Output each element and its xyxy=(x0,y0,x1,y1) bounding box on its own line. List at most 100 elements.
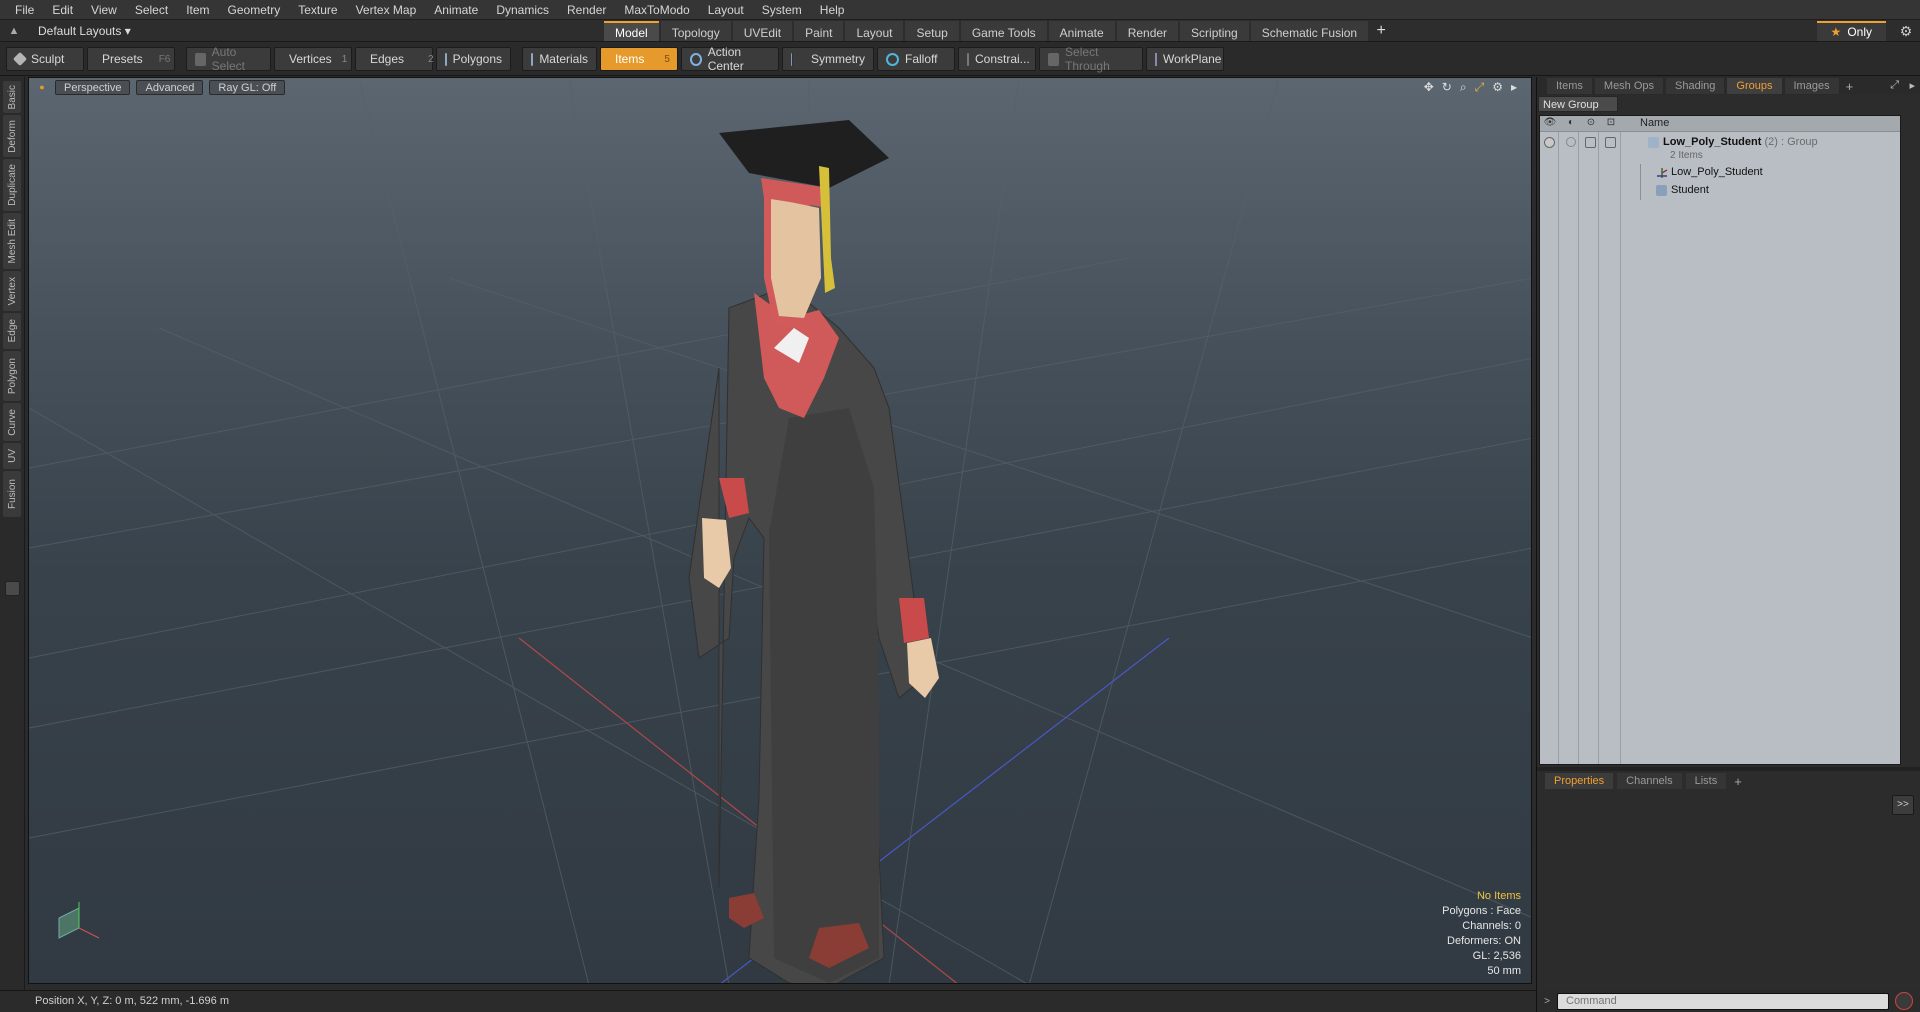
command-stop-icon[interactable] xyxy=(1895,992,1913,1010)
name-column-header[interactable]: Name xyxy=(1640,117,1669,129)
expand-properties-button[interactable]: >> xyxy=(1892,795,1914,815)
tab-game-tools[interactable]: Game Tools xyxy=(960,21,1047,41)
command-history-icon[interactable]: > xyxy=(1537,996,1557,1007)
falloff-button[interactable]: Falloff xyxy=(877,47,955,71)
auto-select-button[interactable]: Auto Select xyxy=(186,45,271,73)
raygl-toggle[interactable]: Ray GL: Off xyxy=(209,80,286,95)
tab-lists[interactable]: Lists xyxy=(1685,773,1727,789)
visibility-column-icon[interactable]: 👁 xyxy=(1543,117,1557,131)
viewport-settings-icon[interactable]: ⚙ xyxy=(1492,80,1503,94)
gear-icon[interactable]: ⚙ xyxy=(1892,23,1920,40)
viewport-options-icon[interactable]: ● xyxy=(35,80,49,96)
zoom-view-icon[interactable]: ⌕ xyxy=(1460,80,1467,94)
menu-layout[interactable]: Layout xyxy=(699,0,753,20)
tab-topology[interactable]: Topology xyxy=(660,21,731,41)
sidetab-edge[interactable]: Edge xyxy=(3,313,21,349)
sidetab-duplicate[interactable]: Duplicate xyxy=(3,159,21,211)
menu-maxtomodo[interactable]: MaxToModo xyxy=(615,0,698,20)
edges-button[interactable]: Edges 2 xyxy=(355,47,434,71)
constraints-icon xyxy=(967,52,969,66)
list-item-student[interactable]: Student xyxy=(1540,182,1900,200)
tab-channels[interactable]: Channels xyxy=(1617,773,1682,789)
select-through-button[interactable]: Select Through xyxy=(1039,45,1143,73)
menu-file[interactable]: File xyxy=(6,0,43,20)
vertices-button[interactable]: Vertices 1 xyxy=(274,47,352,71)
lock-column-icon[interactable]: ⊙ xyxy=(1584,117,1598,131)
tab-scripting[interactable]: Scripting xyxy=(1180,21,1249,41)
tab-layout[interactable]: Layout xyxy=(845,21,904,41)
workplane-button[interactable]: WorkPlane xyxy=(1146,47,1224,71)
tab-groups[interactable]: Groups xyxy=(1727,78,1782,94)
tab-uvedit[interactable]: UVEdit xyxy=(732,21,793,41)
move-view-icon[interactable]: ✥ xyxy=(1424,80,1434,94)
expand-panel-icon[interactable]: ⤢ xyxy=(1890,79,1899,92)
sculpt-button[interactable]: Sculpt xyxy=(6,47,84,71)
sidetab-uv[interactable]: UV xyxy=(3,443,21,469)
render-toggle-icon[interactable] xyxy=(1566,137,1576,147)
shading-advanced-dropdown[interactable]: Advanced xyxy=(136,80,204,95)
materials-button[interactable]: Materials xyxy=(522,47,597,71)
lock-toggle-icon[interactable] xyxy=(1585,137,1596,148)
tab-schematic-fusion[interactable]: Schematic Fusion xyxy=(1250,21,1369,41)
sidetab-curve[interactable]: Curve xyxy=(3,403,21,441)
menu-select[interactable]: Select xyxy=(126,0,177,20)
tab-paint[interactable]: Paint xyxy=(794,21,844,41)
tab-shading[interactable]: Shading xyxy=(1666,78,1725,94)
menu-system[interactable]: System xyxy=(753,0,811,20)
tab-items[interactable]: Items xyxy=(1547,78,1592,94)
plus-icon[interactable]: + xyxy=(1370,21,1392,41)
add-properties-tab-icon[interactable]: + xyxy=(1730,774,1746,789)
fit-view-icon[interactable]: ⤢ xyxy=(1475,80,1485,94)
menu-vertex-map[interactable]: Vertex Map xyxy=(347,0,426,20)
panel-splitter[interactable] xyxy=(1537,767,1920,771)
tab-render[interactable]: Render xyxy=(1116,21,1179,41)
only-toggle[interactable]: ★ Only xyxy=(1816,21,1886,41)
menu-edit[interactable]: Edit xyxy=(43,0,82,20)
groups-list[interactable]: 👁 ◐ ⊙ ⊡ Name Low_Poly_Student (2) : Grou… xyxy=(1539,115,1901,765)
view-perspective-dropdown[interactable]: Perspective xyxy=(55,80,131,95)
add-tab-icon[interactable]: + xyxy=(1842,79,1858,94)
tab-mesh-ops[interactable]: Mesh Ops xyxy=(1594,78,1664,94)
menu-item[interactable]: Item xyxy=(177,0,218,20)
command-input[interactable] xyxy=(1557,992,1889,1010)
action-center-button[interactable]: Action Center xyxy=(681,45,779,73)
tab-animate[interactable]: Animate xyxy=(1048,21,1115,41)
sidetab-basic[interactable]: Basic xyxy=(3,81,21,113)
menu-animate[interactable]: Animate xyxy=(425,0,487,20)
menu-texture[interactable]: Texture xyxy=(289,0,346,20)
tab-setup[interactable]: Setup xyxy=(905,21,959,41)
sidetab-options-button[interactable] xyxy=(5,581,20,596)
sidetab-polygon[interactable]: Polygon xyxy=(3,351,21,401)
menu-view[interactable]: View xyxy=(82,0,126,20)
polygons-button[interactable]: Polygons xyxy=(436,47,511,71)
menu-dynamics[interactable]: Dynamics xyxy=(487,0,558,20)
constraints-button[interactable]: Constrai... xyxy=(958,47,1036,71)
presets-button[interactable]: Presets F6 xyxy=(87,47,175,71)
group-row-low-poly-student[interactable]: Low_Poly_Student (2) : Group 2 Items xyxy=(1540,134,1900,164)
menu-geometry[interactable]: Geometry xyxy=(219,0,290,20)
select-column-icon[interactable]: ⊡ xyxy=(1604,117,1618,131)
symmetry-button[interactable]: Symmetry xyxy=(782,47,874,71)
visibility-eye-icon[interactable] xyxy=(1544,137,1555,148)
tab-properties[interactable]: Properties xyxy=(1545,773,1614,789)
items-button[interactable]: Items 5 xyxy=(600,47,678,71)
sidetab-mesh-edit[interactable]: Mesh Edit xyxy=(3,213,21,269)
tab-model[interactable]: Model xyxy=(604,21,659,41)
group-items-count: 2 Items xyxy=(1670,150,1703,161)
panel-menu-icon[interactable]: ▸ xyxy=(1909,79,1915,92)
rotate-view-icon[interactable]: ↻ xyxy=(1442,80,1452,94)
new-group-button[interactable]: New Group xyxy=(1538,96,1618,112)
default-layouts-dropdown[interactable]: Default Layouts ▾ xyxy=(28,24,131,38)
menu-help[interactable]: Help xyxy=(811,0,854,20)
sidetab-deform[interactable]: Deform xyxy=(3,115,21,157)
viewport-menu-icon[interactable]: ▸ xyxy=(1511,80,1517,94)
select-toggle-icon[interactable] xyxy=(1605,137,1616,148)
layout-collapse-icon[interactable]: ▲ xyxy=(0,25,28,37)
sidetab-fusion[interactable]: Fusion xyxy=(3,471,21,517)
3d-viewport[interactable]: ● Perspective Advanced Ray GL: Off ✥ ↻ ⌕… xyxy=(28,77,1532,984)
menu-render[interactable]: Render xyxy=(558,0,615,20)
list-item-low-poly-student[interactable]: Low_Poly_Student xyxy=(1540,164,1900,182)
tab-images[interactable]: Images xyxy=(1784,78,1839,94)
render-column-icon[interactable]: ◐ xyxy=(1564,117,1578,131)
sidetab-vertex[interactable]: Vertex xyxy=(3,271,21,311)
